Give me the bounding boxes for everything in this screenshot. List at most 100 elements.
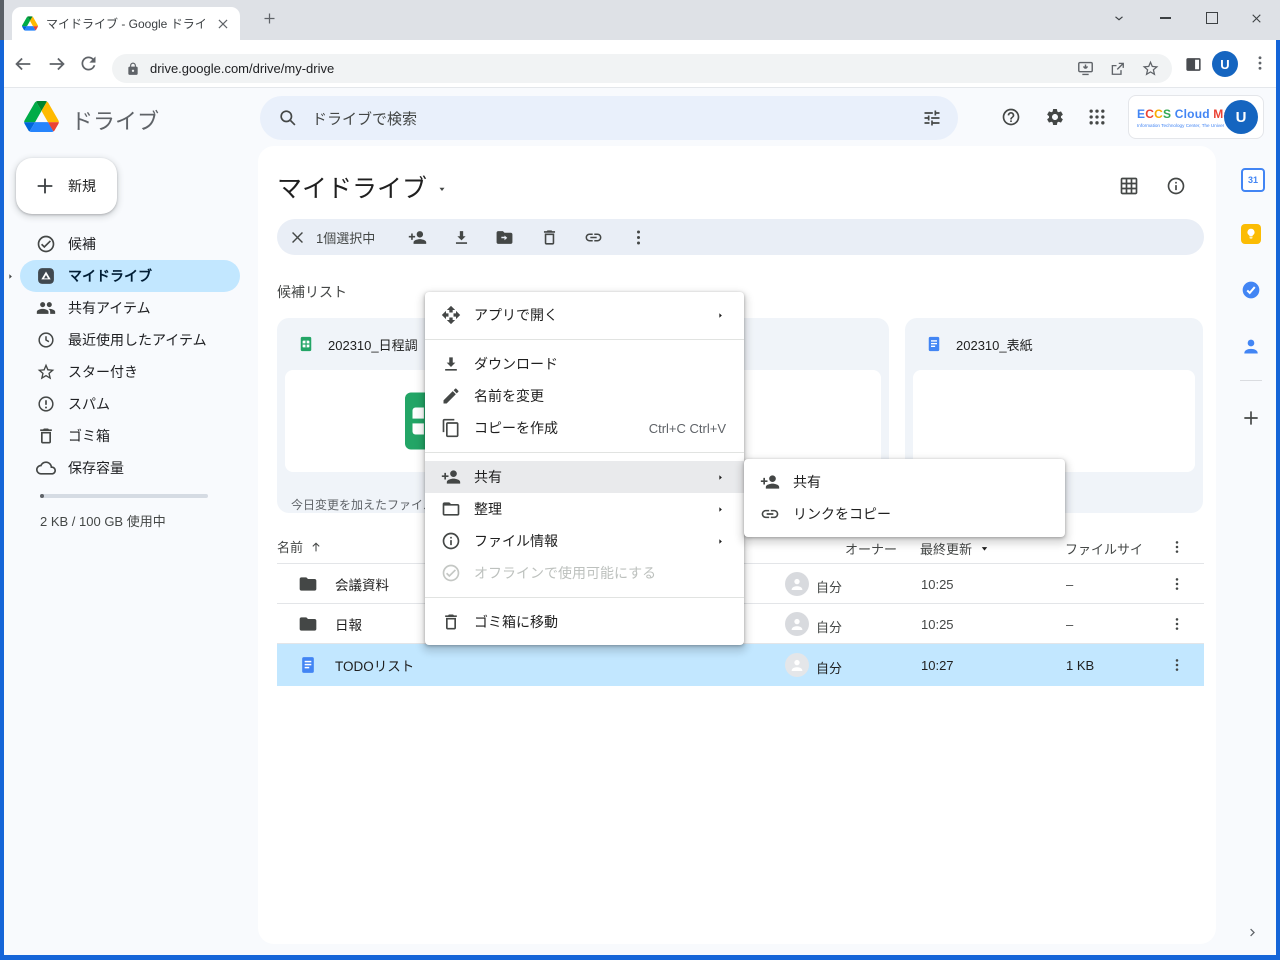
- menu-divider: [425, 339, 744, 340]
- link-toolbar-icon[interactable]: [584, 228, 603, 247]
- folder-icon: [298, 574, 318, 594]
- window-chevron-icon[interactable]: [1104, 6, 1134, 30]
- owner-cell: 自分: [816, 577, 842, 596]
- submenu-item-copy-link[interactable]: リンクをコピー: [744, 498, 1065, 530]
- title-caret-icon: [436, 183, 448, 195]
- page-title[interactable]: マイドライブ: [277, 169, 448, 205]
- menu-item-move-to-trash[interactable]: ゴミ箱に移動: [425, 606, 744, 638]
- bookmark-star-icon[interactable]: [1141, 59, 1160, 78]
- menu-item-share[interactable]: 共有: [425, 461, 744, 493]
- column-size[interactable]: ファイルサイ: [1065, 539, 1143, 558]
- file-row-todo-selected[interactable]: TODOリスト: [277, 644, 1204, 686]
- menu-item-download[interactable]: ダウンロード: [425, 348, 744, 380]
- new-tab-button[interactable]: [254, 6, 284, 30]
- submenu-arrow-icon: [715, 310, 726, 321]
- download-toolbar-icon[interactable]: [452, 228, 471, 247]
- person-add-icon: [760, 472, 780, 492]
- add-panel-app-icon[interactable]: [1241, 408, 1261, 428]
- sidebar-item-spam[interactable]: スパム: [20, 388, 240, 420]
- contacts-app-icon[interactable]: [1241, 336, 1261, 356]
- submenu-item-share[interactable]: 共有: [744, 466, 1065, 498]
- more-toolbar-icon[interactable]: [629, 228, 648, 247]
- tasks-app-icon[interactable]: [1241, 280, 1261, 300]
- owner-avatar: [785, 572, 809, 596]
- sidebar-item-my-drive[interactable]: マイドライブ: [20, 260, 240, 292]
- clear-selection-icon[interactable]: [289, 229, 306, 246]
- expand-caret-icon[interactable]: [5, 271, 16, 282]
- people-icon: [36, 298, 56, 318]
- tab-close-icon[interactable]: [216, 17, 230, 31]
- apps-grid-icon[interactable]: [1087, 107, 1107, 127]
- trash-toolbar-icon[interactable]: [540, 228, 559, 247]
- sidebar-item-shared[interactable]: 共有アイテム: [20, 292, 240, 324]
- settings-gear-icon[interactable]: [1045, 107, 1065, 127]
- size-cell: –: [1066, 617, 1073, 632]
- account-badge[interactable]: ECCS Cloud Mail Information Technology C…: [1128, 95, 1264, 139]
- browser-tab[interactable]: マイドライブ - Google ドライブ: [12, 7, 240, 40]
- move-toolbar-icon[interactable]: [495, 228, 514, 247]
- storage-progress-bar: [40, 494, 208, 498]
- browser-menu-icon[interactable]: [1251, 54, 1269, 72]
- trash-icon: [36, 426, 56, 446]
- window-frame-right: [1276, 40, 1280, 960]
- column-modified[interactable]: 最終更新: [920, 539, 991, 558]
- tab-title: マイドライブ - Google ドライブ: [46, 15, 208, 32]
- docs-icon: [925, 335, 943, 353]
- search-icon[interactable]: [278, 108, 298, 128]
- search-bar[interactable]: ドライブで検索: [260, 96, 958, 140]
- expand-panel-chevron-icon[interactable]: [1245, 925, 1260, 940]
- submenu-arrow-icon: [715, 472, 726, 483]
- share-page-icon[interactable]: [1109, 60, 1127, 78]
- window-frame-left-top: [0, 0, 4, 40]
- sidebar-item-trash[interactable]: ゴミ箱: [20, 420, 240, 452]
- details-info-icon[interactable]: [1166, 176, 1186, 196]
- drive-logo[interactable]: [24, 101, 59, 132]
- menu-item-open-with[interactable]: アプリで開く: [425, 299, 744, 331]
- sidebar-item-starred[interactable]: スター付き: [20, 356, 240, 388]
- help-icon[interactable]: [1001, 107, 1021, 127]
- account-avatar[interactable]: U: [1224, 100, 1258, 134]
- url-text[interactable]: drive.google.com/drive/my-drive: [150, 61, 1062, 76]
- menu-item-rename[interactable]: 名前を変更: [425, 380, 744, 412]
- window-minimize-button[interactable]: [1150, 6, 1180, 30]
- calendar-app-icon[interactable]: 31: [1241, 168, 1265, 192]
- menu-item-make-copy[interactable]: コピーを作成 Ctrl+C Ctrl+V: [425, 412, 744, 444]
- search-options-icon[interactable]: [922, 108, 942, 128]
- link-icon: [760, 504, 780, 524]
- back-button[interactable]: [12, 53, 34, 75]
- row-options-icon[interactable]: [1169, 657, 1185, 673]
- sidebar-item-suggestions[interactable]: 候補: [20, 228, 240, 260]
- search-input[interactable]: ドライブで検索: [312, 108, 922, 129]
- column-name[interactable]: 名前: [277, 537, 323, 556]
- sidebar-item-recent[interactable]: 最近使用したアイテム: [20, 324, 240, 356]
- column-options-icon[interactable]: [1169, 539, 1185, 555]
- keep-app-icon[interactable]: [1241, 224, 1261, 244]
- cloud-icon: [36, 458, 56, 478]
- reload-button[interactable]: [78, 53, 99, 74]
- window-close-button[interactable]: [1241, 6, 1271, 30]
- forward-button[interactable]: [46, 53, 68, 75]
- side-panel-icon[interactable]: [1184, 55, 1203, 74]
- window-maximize-button[interactable]: [1197, 6, 1227, 30]
- browser-window: マイドライブ - Google ドライブ drive.google.com/dr…: [0, 0, 1280, 960]
- size-cell: 1 KB: [1066, 658, 1094, 673]
- grid-view-toggle-icon[interactable]: [1119, 176, 1139, 196]
- storage-usage-text: 2 KB / 100 GB 使用中: [40, 511, 166, 530]
- share-toolbar-icon[interactable]: [408, 228, 427, 247]
- submenu-arrow-icon: [715, 536, 726, 547]
- row-options-icon[interactable]: [1169, 576, 1185, 592]
- install-app-icon[interactable]: [1076, 59, 1095, 78]
- folder-icon: [298, 614, 318, 634]
- new-button[interactable]: 新規: [16, 158, 117, 214]
- menu-item-organize[interactable]: 整理: [425, 493, 744, 525]
- address-bar[interactable]: drive.google.com/drive/my-drive: [112, 54, 1172, 83]
- browser-avatar[interactable]: U: [1212, 51, 1238, 77]
- lock-icon: [126, 62, 140, 76]
- menu-item-file-info[interactable]: ファイル情報: [425, 525, 744, 557]
- column-owner[interactable]: オーナー: [845, 539, 897, 558]
- suggestions-label: 候補リスト: [277, 282, 347, 302]
- owner-avatar: [785, 653, 809, 677]
- sort-up-icon: [309, 540, 323, 554]
- row-options-icon[interactable]: [1169, 616, 1185, 632]
- sidebar-item-storage[interactable]: 保存容量: [20, 452, 240, 484]
